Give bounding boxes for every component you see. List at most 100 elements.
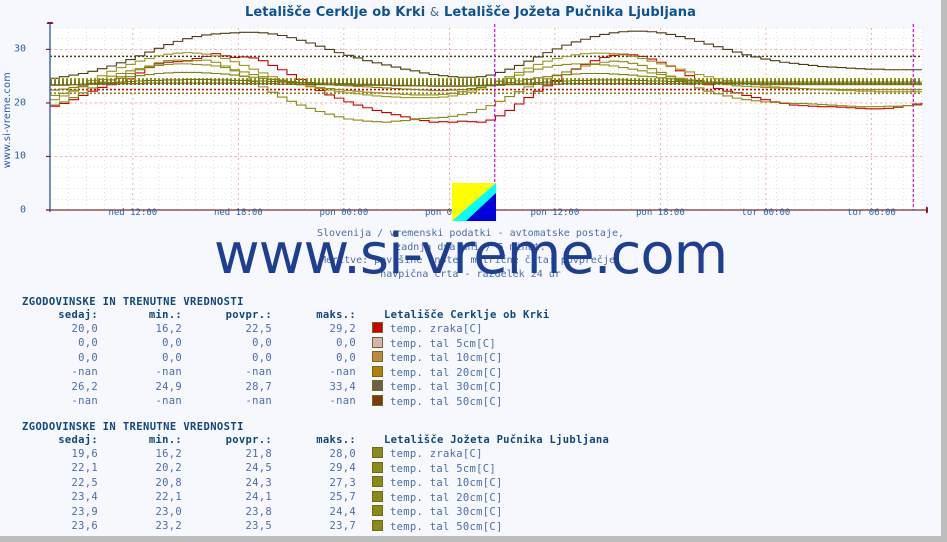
series-legend-cell: temp. tal 50cm[C] <box>362 519 615 535</box>
column-header: povpr.: <box>225 309 272 321</box>
value-cell-povpr: 24,5 <box>245 462 272 474</box>
legend-swatch-icon <box>372 461 383 473</box>
value-cell-maks: 23,7 <box>329 520 356 532</box>
value-cell-maks: 27,3 <box>329 476 356 489</box>
x-tick-label: pon 00:00 <box>319 208 369 218</box>
series-legend-cell: temp. tal 30cm[C] <box>362 505 615 520</box>
value-cell-sedaj: 23,4 <box>71 491 98 503</box>
value-cell-sedaj: 26,2 <box>71 380 98 393</box>
column-header: min.: <box>148 309 182 321</box>
series-legend-cell: temp. tal 20cm[C] <box>362 365 556 381</box>
value-cell-min: 23,0 <box>155 505 182 518</box>
station-name-header: Letališče Cerklje ob Krki <box>384 309 550 321</box>
value-cell-min: -nan <box>155 395 182 407</box>
legend-swatch-icon <box>372 380 383 391</box>
series-legend-cell: temp. tal 20cm[C] <box>362 490 615 506</box>
value-cell-min: 20,8 <box>155 476 182 489</box>
y-tick-label: 10 <box>13 150 26 162</box>
series-label: temp. tal 20cm[C] <box>390 491 503 504</box>
series-label: temp. tal 10cm[C] <box>390 352 503 364</box>
series-legend-cell: temp. tal 10cm[C] <box>362 351 556 366</box>
value-cell-maks: 0,0 <box>336 337 356 349</box>
series-label: temp. zraka[C] <box>390 323 483 335</box>
legend-swatch-icon <box>372 351 383 362</box>
column-header: maks.: <box>316 434 356 446</box>
value-cell-min: 23,2 <box>155 520 182 532</box>
x-tick-label: pon 12:00 <box>530 208 580 218</box>
table-row: 19,6 16,2 21,8 28,0 temp. zraka[C] <box>14 447 615 462</box>
series-legend-cell: temp. zraka[C] <box>362 322 556 337</box>
column-header: maks.: <box>316 309 356 321</box>
value-cell-sedaj: 20,0 <box>71 322 98 335</box>
table-row: 23,6 23,2 23,5 23,7 temp. tal 50cm[C] <box>14 519 615 535</box>
page-title: Letališče Cerklje ob Krki & Letališče Jo… <box>0 5 941 20</box>
legend-swatch-icon <box>372 394 383 406</box>
caption-line-4: navpična črta - razdelek 24 ur <box>380 268 561 280</box>
legend-swatch-icon <box>372 447 383 458</box>
series-label: temp. tal 50cm[C] <box>390 395 503 408</box>
column-header: povpr.: <box>225 434 272 446</box>
series-legend-cell: temp. tal 5cm[C] <box>362 336 556 352</box>
legend-swatch-icon <box>372 476 383 487</box>
value-cell-maks: 33,4 <box>329 380 356 393</box>
value-cell-min: 0,0 <box>162 351 182 364</box>
series-label: temp. tal 5cm[C] <box>390 462 496 475</box>
x-tick-label: tor 06:00 <box>847 208 896 218</box>
value-cell-sedaj: 0,0 <box>78 337 98 349</box>
series-legend-cell: temp. tal 5cm[C] <box>362 461 615 477</box>
y-tick-label: 30 <box>13 43 26 55</box>
x-tick-label: tor 00:00 <box>741 208 791 218</box>
table-row: 20,0 16,2 22,5 29,2 temp. zraka[C] <box>14 322 556 337</box>
value-cell-povpr: 0,0 <box>252 351 272 364</box>
value-cell-min: 16,2 <box>155 322 182 335</box>
value-cell-povpr: -nan <box>245 395 272 407</box>
table-heading: ZGODOVINSKE IN TRENUTNE VREDNOSTI <box>22 296 244 308</box>
table-row: 26,2 24,9 28,7 33,4 temp. tal 30cm[C] <box>14 380 556 395</box>
title-separator: & <box>429 5 440 19</box>
caption-line-2: zadnja dva dni / 5 minut. <box>395 241 546 253</box>
value-cell-povpr: 23,5 <box>245 520 272 532</box>
value-cell-povpr: 22,5 <box>245 322 272 335</box>
table-row: 0,0 0,0 0,0 0,0 temp. tal 5cm[C] <box>14 336 556 352</box>
table-row: 22,5 20,8 24,3 27,3 temp. tal 10cm[C] <box>14 476 615 491</box>
value-cell-min: 16,2 <box>155 447 182 460</box>
legend-swatch-icon <box>372 336 383 348</box>
column-header: min.: <box>148 434 182 446</box>
series-legend-cell: temp. tal 30cm[C] <box>362 380 556 395</box>
value-cell-sedaj: -nan <box>71 366 98 378</box>
series-label: temp. zraka[C] <box>390 448 483 460</box>
value-cell-maks: 28,0 <box>329 447 356 460</box>
value-cell-min: 24,9 <box>155 380 182 393</box>
history-table-ljubljana: ZGODOVINSKE IN TRENUTNE VREDNOSTI sedaj: m… <box>0 421 941 534</box>
table-row: 23,9 23,0 23,8 24,4 temp. tal 30cm[C] <box>14 505 615 520</box>
y-tick-label: 0 <box>19 204 26 216</box>
value-cell-maks: 29,2 <box>329 322 356 335</box>
table-row: 23,4 22,1 24,1 25,7 temp. tal 20cm[C] <box>14 490 615 506</box>
value-cell-maks: -nan <box>329 366 356 378</box>
series-label: temp. tal 30cm[C] <box>390 506 503 518</box>
series-legend-cell: temp. tal 50cm[C] <box>362 394 556 410</box>
x-tick-label: ned 12:00 <box>108 208 158 218</box>
series-legend-cell: temp. zraka[C] <box>362 447 615 462</box>
y-tick-label: 20 <box>13 97 26 109</box>
value-cell-maks: -nan <box>329 395 356 407</box>
caption-line-1: Slovenija / vremenski podatki - avtomats… <box>316 228 625 239</box>
x-tick-label: pon 18:00 <box>636 208 685 218</box>
value-cell-povpr: 24,1 <box>245 491 272 503</box>
table-heading: ZGODOVINSKE IN TRENUTNE VREDNOSTI <box>22 421 244 433</box>
value-cell-maks: 29,4 <box>329 462 356 474</box>
station-name-header: Letališče Jožeta Pučnika Ljubljana <box>384 434 610 446</box>
series-legend-cell: temp. tal 10cm[C] <box>362 476 615 491</box>
value-cell-povpr: 28,7 <box>245 380 272 393</box>
value-cell-sedaj: -nan <box>71 395 98 407</box>
series-label: temp. tal 30cm[C] <box>390 381 503 393</box>
value-cell-sedaj: 22,1 <box>71 462 98 474</box>
si-vreme-logo <box>452 183 496 221</box>
table-row: -nan -nan -nan -nan temp. tal 20cm[C] <box>14 365 556 381</box>
value-cell-sedaj: 23,6 <box>71 520 98 532</box>
value-cell-maks: 0,0 <box>336 351 356 364</box>
legend-swatch-icon <box>372 490 383 502</box>
legend-swatch-icon <box>372 519 383 531</box>
value-cell-min: 0,0 <box>162 337 182 349</box>
series-label: temp. tal 20cm[C] <box>390 366 503 379</box>
